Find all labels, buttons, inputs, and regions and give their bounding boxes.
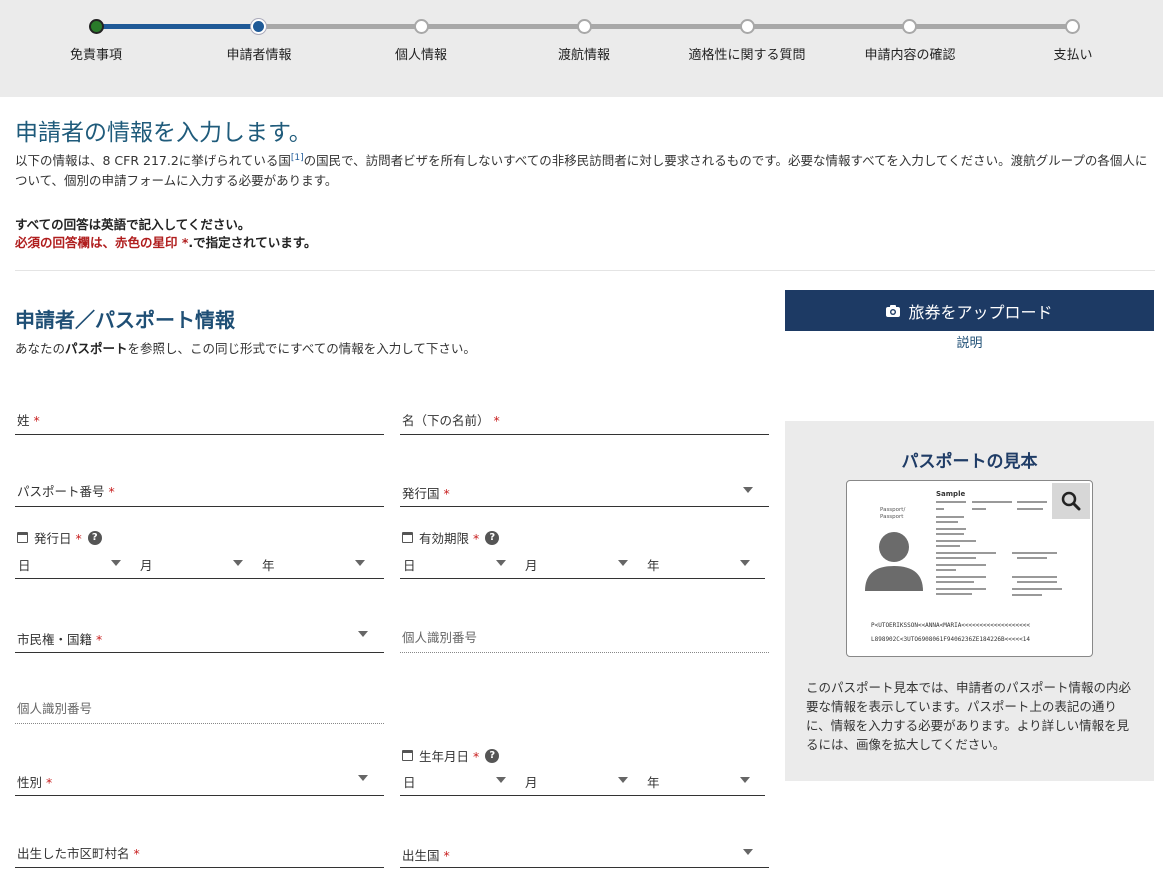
chevron-down-icon bbox=[743, 487, 753, 493]
expiry-day-select[interactable]: 日 bbox=[403, 555, 416, 574]
camera-icon bbox=[886, 304, 901, 317]
section-sub-bold: パスポート bbox=[65, 341, 128, 356]
step-label-travel: 渡航情報 bbox=[557, 48, 610, 63]
step-label-payment: 支払い bbox=[1053, 48, 1093, 63]
help-icon[interactable]: ? bbox=[485, 530, 500, 545]
chevron-down-icon bbox=[618, 777, 628, 783]
step-dot-review bbox=[902, 19, 917, 34]
chevron-down-icon bbox=[358, 775, 368, 781]
national-id-label: 個人識別番号 bbox=[402, 630, 478, 645]
chevron-down-icon bbox=[740, 560, 750, 566]
birth-date-label: 生年月日 * ? bbox=[402, 746, 500, 765]
national-id-label-2: 個人識別番号 bbox=[17, 701, 93, 716]
help-icon[interactable]: ? bbox=[87, 530, 102, 545]
expiry-year-select[interactable]: 年 bbox=[647, 555, 660, 574]
issue-year-select[interactable]: 年 bbox=[262, 555, 275, 574]
citizenship-select[interactable]: 市民権・国籍 * bbox=[15, 618, 384, 653]
national-id-field-2[interactable]: 個人識別番号 bbox=[15, 689, 384, 724]
sex-label: 性別 * bbox=[17, 775, 53, 790]
birth-country-label: 出生国 * bbox=[402, 848, 450, 863]
chevron-down-icon bbox=[618, 560, 628, 566]
step-dot-travel bbox=[577, 19, 592, 34]
birth-city-label: 出生した市区町村名 * bbox=[17, 846, 140, 861]
help-icon[interactable]: ? bbox=[485, 748, 500, 763]
step-dot-applicant[interactable] bbox=[251, 19, 266, 34]
issuing-country-select[interactable]: 発行国 * bbox=[400, 472, 769, 507]
expiry-date-field: 日 月 年 bbox=[400, 548, 765, 579]
chevron-down-icon bbox=[496, 777, 506, 783]
required-note: 必須の回答欄は、赤色の星印 *.で指定されています。 bbox=[15, 232, 317, 251]
birth-month-select[interactable]: 月 bbox=[525, 772, 538, 791]
issue-date-field: 日 月 年 bbox=[15, 548, 384, 579]
sex-select[interactable]: 性別 * bbox=[15, 762, 384, 796]
intro-paragraph: 以下の情報は、8 CFR 217.2に挙げられている国[1]の国民で、訪問者ビザ… bbox=[15, 148, 1150, 191]
sample-word: Sample bbox=[936, 490, 965, 498]
step-label-disclaimer[interactable]: 免責事項 bbox=[16, 44, 176, 63]
step-label-eligibility: 適格性に関する質問 bbox=[688, 48, 806, 63]
calendar-icon bbox=[402, 532, 413, 543]
zoom-button[interactable] bbox=[1052, 483, 1090, 519]
page-title: 申請者の情報を入力します。 bbox=[15, 120, 312, 146]
chevron-down-icon bbox=[743, 849, 753, 855]
birth-day-select[interactable]: 日 bbox=[403, 772, 416, 791]
upload-button-label: 旅券をアップロード bbox=[908, 302, 1053, 322]
issue-month-select[interactable]: 月 bbox=[140, 555, 153, 574]
birth-city-field[interactable]: 出生した市区町村名 * bbox=[15, 834, 384, 868]
passport-sample-card: パスポートの見本 Sample Passport/Passport P<UTOE… bbox=[785, 421, 1154, 781]
expiry-month-select[interactable]: 月 bbox=[525, 555, 538, 574]
birth-date-field: 日 月 年 bbox=[400, 766, 765, 796]
sample-title: パスポートの見本 bbox=[901, 452, 1038, 472]
step-dot-personal bbox=[414, 19, 429, 34]
sample-description: このパスポート見本では、申請者のパスポート情報の内必要な情報を表示しています。パ… bbox=[806, 680, 1132, 752]
progress-header: 免責事項 申請者情報 個人情報 渡航情報 適格性に関する質問 申請内容の確認 支… bbox=[0, 0, 1163, 97]
intro-text-before: 以下の情報は、8 CFR 217.2に挙げられている国 bbox=[15, 153, 291, 169]
chevron-down-icon bbox=[233, 560, 243, 566]
progress-track-completed bbox=[96, 24, 259, 29]
chevron-down-icon bbox=[111, 560, 121, 566]
citizenship-label: 市民権・国籍 * bbox=[17, 632, 103, 647]
step-dot-disclaimer[interactable] bbox=[89, 19, 104, 34]
national-id-field[interactable]: 個人識別番号 bbox=[400, 618, 769, 653]
step-label-personal: 個人情報 bbox=[394, 48, 447, 63]
passport-number-label: パスポート番号 * bbox=[17, 484, 115, 499]
chevron-down-icon bbox=[740, 777, 750, 783]
calendar-icon bbox=[402, 750, 413, 761]
upload-passport-button[interactable]: 旅券をアップロード bbox=[785, 290, 1154, 331]
mrz-line-1: P<UTOERIKSSON<<ANNA<MARIA<<<<<<<<<<<<<<<… bbox=[871, 622, 1030, 629]
surname-field[interactable]: 姓 * bbox=[15, 400, 384, 435]
issue-date-label: 発行日 * ? bbox=[17, 528, 102, 547]
section-divider bbox=[15, 270, 1155, 271]
given-name-field[interactable]: 名（下の名前） * bbox=[400, 400, 769, 435]
required-note-rest: .で指定されています。 bbox=[188, 235, 317, 250]
mrz-line-2: L898902C<3UTO6908061F9406236ZE184226B<<<… bbox=[871, 636, 1030, 643]
passport-number-field[interactable]: パスポート番号 * bbox=[15, 472, 384, 507]
section-title: 申請者／パスポート情報 bbox=[15, 308, 235, 332]
section-sub-before: あなたの bbox=[15, 341, 66, 356]
magnifier-icon bbox=[1061, 491, 1081, 511]
footnote-link[interactable]: [1] bbox=[291, 153, 304, 163]
passport-sample-image[interactable]: Sample Passport/Passport P<UTOERIKSSON<<… bbox=[846, 480, 1093, 657]
given-name-label: 名（下の名前） * bbox=[402, 413, 500, 428]
chevron-down-icon bbox=[358, 631, 368, 637]
issuing-country-label: 発行国 * bbox=[402, 486, 450, 501]
expiry-date-label: 有効期限 * ? bbox=[402, 528, 500, 547]
section-sub-after: を参照し、この同じ形式でにすべての情報を入力して下さい。 bbox=[127, 341, 476, 356]
section-subtitle: あなたのパスポートを参照し、この同じ形式でにすべての情報を入力して下さい。 bbox=[15, 338, 476, 357]
step-dot-eligibility bbox=[740, 19, 755, 34]
issue-day-select[interactable]: 日 bbox=[18, 555, 31, 574]
required-note-red: 必須の回答欄は、赤色の星印 * bbox=[15, 235, 189, 250]
birth-country-select[interactable]: 出生国 * bbox=[400, 834, 769, 868]
explain-link[interactable]: 説明 bbox=[785, 332, 1154, 351]
birth-year-select[interactable]: 年 bbox=[647, 772, 660, 791]
chevron-down-icon bbox=[496, 560, 506, 566]
step-dot-payment bbox=[1065, 19, 1080, 34]
chevron-down-icon bbox=[355, 560, 365, 566]
passport-word: Passport/Passport bbox=[880, 507, 905, 520]
calendar-icon bbox=[17, 532, 28, 543]
step-label-applicant[interactable]: 申請者情報 bbox=[179, 44, 339, 63]
english-note: すべての回答は英語で記入してください。 bbox=[15, 217, 251, 232]
step-label-review: 申請内容の確認 bbox=[864, 48, 956, 63]
surname-label: 姓 * bbox=[17, 413, 40, 428]
